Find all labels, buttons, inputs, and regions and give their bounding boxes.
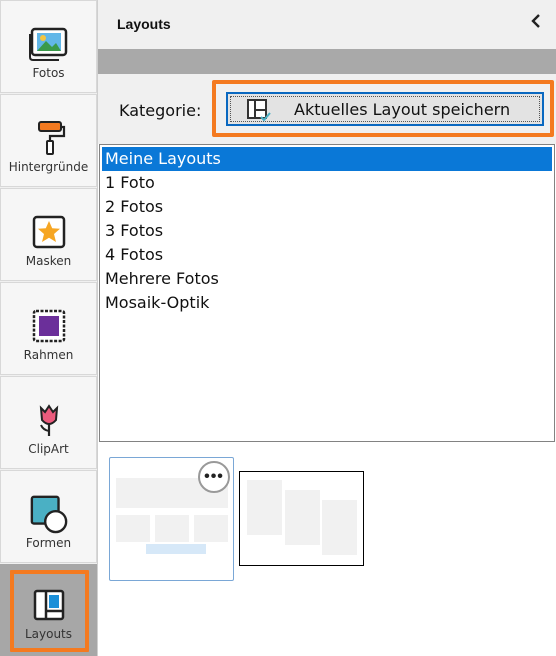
sidebar-item-label: Masken — [25, 254, 72, 268]
frame-icon — [29, 306, 69, 346]
sidebar-item-rahmen[interactable]: Rahmen — [0, 282, 97, 375]
save-layout-icon — [246, 98, 272, 122]
category-label: Kategorie: — [119, 101, 202, 120]
chevron-left-icon[interactable] — [527, 13, 545, 33]
panel-title: Layouts — [117, 16, 171, 32]
layout-thumbnail[interactable] — [239, 471, 364, 566]
list-item[interactable]: 1 Foto — [102, 171, 552, 195]
tulip-icon — [29, 400, 69, 440]
category-list[interactable]: Meine Layouts 1 Foto 2 Fotos 3 Fotos 4 F… — [99, 144, 555, 442]
sidebar-item-hintergruende[interactable]: Hintergründe — [0, 94, 97, 187]
list-item[interactable]: Mehrere Fotos — [102, 267, 552, 291]
tool-sidebar: Fotos Hintergründe Masken Rahmen ClipArt… — [0, 0, 97, 656]
layout-text-placeholder — [146, 544, 206, 554]
layout-placeholder — [247, 480, 282, 535]
sidebar-item-layouts[interactable]: Layouts — [0, 564, 97, 656]
paint-roller-icon — [29, 118, 69, 158]
layout-placeholder — [155, 515, 189, 542]
list-item[interactable]: Meine Layouts — [102, 147, 552, 171]
sidebar-item-label: Hintergründe — [8, 160, 89, 174]
sidebar-item-fotos[interactable]: Fotos — [0, 0, 97, 93]
category-row: Kategorie: Aktuelles Layout speichern — [98, 74, 556, 144]
layouts-panel: Layouts Kategorie: Aktuelles Layout spei… — [97, 0, 556, 656]
photos-icon — [28, 24, 69, 64]
sidebar-item-masken[interactable]: Masken — [0, 188, 97, 281]
sidebar-item-label: ClipArt — [28, 442, 69, 456]
layout-placeholder — [194, 515, 228, 542]
list-item[interactable]: 4 Fotos — [102, 243, 552, 267]
sidebar-item-formen[interactable]: Formen — [0, 470, 97, 563]
star-mask-icon — [29, 212, 69, 252]
save-button-highlight: Aktuelles Layout speichern — [212, 80, 554, 137]
list-item[interactable]: 2 Fotos — [102, 195, 552, 219]
save-layout-button[interactable]: Aktuelles Layout speichern — [226, 92, 544, 126]
list-item[interactable]: Mosaik-Optik — [102, 291, 552, 315]
layout-placeholder — [322, 500, 357, 555]
layout-placeholder — [285, 490, 320, 545]
panel-header: Layouts — [98, 0, 556, 49]
highlight-frame — [10, 570, 89, 652]
sidebar-item-label: Fotos — [32, 66, 65, 80]
layout-placeholder — [116, 515, 150, 542]
layout-thumbnail[interactable]: ••• — [109, 457, 234, 581]
list-item[interactable]: 3 Fotos — [102, 219, 552, 243]
save-button-label: Aktuelles Layout speichern — [294, 100, 511, 119]
sidebar-item-clipart[interactable]: ClipArt — [0, 376, 97, 469]
shapes-icon — [29, 494, 69, 534]
panel-divider-bar — [98, 49, 556, 74]
more-options-icon[interactable]: ••• — [198, 461, 230, 493]
sidebar-item-label: Formen — [25, 536, 72, 550]
sidebar-item-label: Rahmen — [23, 348, 74, 362]
